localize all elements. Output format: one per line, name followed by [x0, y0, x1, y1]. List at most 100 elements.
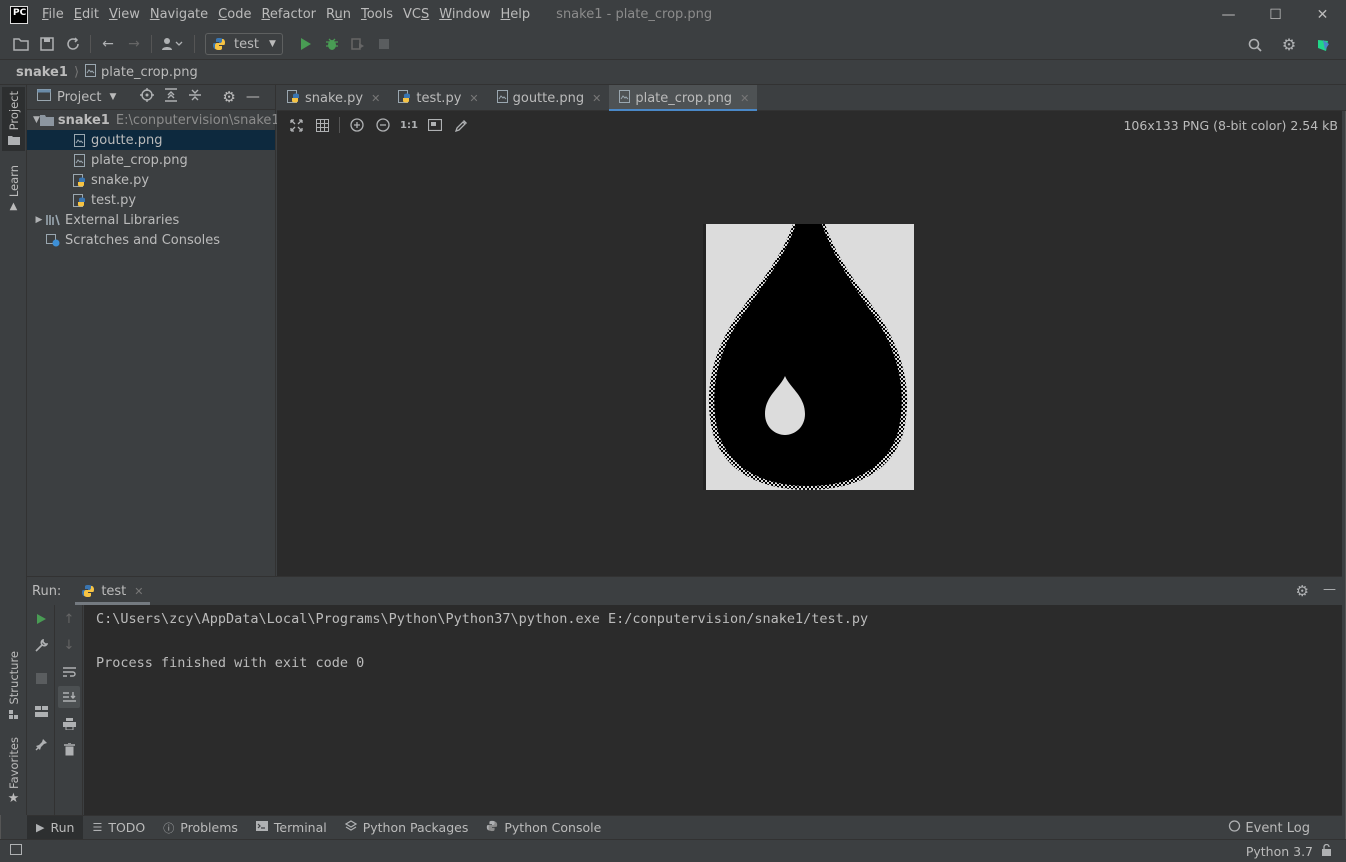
chevron-down-icon[interactable]: ▼: [33, 115, 40, 125]
actual-size-button[interactable]: 1:1: [396, 114, 422, 136]
breadcrumb-project[interactable]: snake1: [16, 65, 68, 80]
print-icon[interactable]: [55, 713, 83, 735]
menu-item-view[interactable]: View: [105, 7, 146, 22]
grid-icon[interactable]: [309, 114, 335, 136]
tab-label: snake.py: [305, 90, 364, 106]
menu-item-tools[interactable]: Tools: [357, 7, 399, 22]
menu-item-code[interactable]: Code: [214, 7, 257, 22]
tab-plate-crop-png[interactable]: plate_crop.png ✕: [609, 85, 758, 112]
forward-arrow-icon[interactable]: →: [121, 31, 147, 57]
rerun-icon[interactable]: [27, 608, 55, 630]
menu-item-file[interactable]: File: [38, 7, 70, 22]
expand-all-icon[interactable]: [164, 88, 178, 106]
menu-item-run[interactable]: Run: [322, 7, 357, 22]
tab-test-py[interactable]: test.py ✕: [388, 85, 486, 111]
menu-item-help[interactable]: Help: [497, 7, 537, 22]
todo-tool-button[interactable]: ☰ TODO: [83, 816, 154, 840]
lock-icon[interactable]: [1321, 843, 1332, 859]
close-window-button[interactable]: ✕: [1299, 0, 1346, 29]
open-folder-icon[interactable]: [8, 31, 34, 57]
library-icon: [45, 213, 61, 227]
locate-target-icon[interactable]: [140, 88, 155, 106]
debug-icon[interactable]: [319, 31, 345, 57]
menu-item-navigate[interactable]: Navigate: [146, 7, 214, 22]
status-bar: Python 3.7: [0, 839, 1346, 862]
arrow-up-icon[interactable]: ↑: [55, 608, 83, 630]
zoom-out-icon[interactable]: [370, 114, 396, 136]
python-packages-tool-button[interactable]: Python Packages: [336, 816, 478, 840]
interpreter-label[interactable]: Python 3.7: [1246, 844, 1313, 859]
fit-zoom-icon[interactable]: [283, 114, 309, 136]
python-console-tool-button[interactable]: Python Console: [477, 816, 610, 840]
breadcrumb-file[interactable]: plate_crop.png: [101, 65, 198, 80]
color-picker-icon[interactable]: [448, 114, 474, 136]
tree-row-external-libraries[interactable]: ▶ External Libraries: [27, 210, 275, 230]
tree-row-file[interactable]: snake.py: [27, 170, 275, 190]
soft-wrap-icon[interactable]: [55, 661, 83, 683]
back-arrow-icon[interactable]: ←: [95, 31, 121, 57]
stop-icon[interactable]: [371, 31, 397, 57]
trash-icon[interactable]: [55, 738, 83, 760]
tree-row-file[interactable]: goutte.png: [27, 130, 275, 150]
menu-item-edit[interactable]: Edit: [70, 7, 105, 22]
tree-row-scratches[interactable]: Scratches and Consoles: [27, 230, 275, 250]
save-all-icon[interactable]: [34, 31, 60, 57]
tree-row-file[interactable]: test.py: [27, 190, 275, 210]
close-tab-icon[interactable]: ✕: [134, 585, 143, 598]
structure-tool-tab[interactable]: Structure: [2, 651, 25, 721]
jetbrains-toolbox-icon[interactable]: [1310, 32, 1336, 58]
terminal-tool-button[interactable]: Terminal: [247, 816, 336, 840]
zoom-in-icon[interactable]: [344, 114, 370, 136]
collapse-all-icon[interactable]: [188, 88, 202, 106]
menu-item-vcs[interactable]: VCS: [399, 7, 435, 22]
close-tab-icon[interactable]: ✕: [740, 92, 749, 105]
settings-gear-icon[interactable]: ⚙: [1276, 32, 1302, 58]
fit-window-icon[interactable]: [422, 114, 448, 136]
sync-icon[interactable]: [60, 31, 86, 57]
chevron-right-icon[interactable]: ▶: [33, 215, 45, 225]
problems-tool-button[interactable]: ⓘ Problems: [154, 816, 247, 840]
window-title: snake1 - plate_crop.png: [556, 7, 713, 22]
folder-icon: [39, 113, 54, 127]
tab-snake-py[interactable]: snake.py ✕: [277, 85, 388, 111]
learn-tool-tab[interactable]: Learn ▲: [2, 161, 25, 213]
vcs-user-icon[interactable]: [156, 31, 190, 57]
hide-panel-icon[interactable]: —: [246, 89, 260, 105]
tab-goutte-png[interactable]: goutte.png ✕: [487, 85, 610, 111]
run-configuration-selector[interactable]: test ▼: [205, 33, 283, 55]
run-tab-test[interactable]: test ✕: [75, 577, 150, 605]
gear-icon[interactable]: ⚙: [1296, 582, 1309, 600]
tree-row-file[interactable]: plate_crop.png: [27, 150, 275, 170]
hide-panel-icon[interactable]: —: [1323, 582, 1336, 600]
status-right: Python 3.7: [1246, 840, 1332, 862]
menu-item-window[interactable]: Window: [435, 7, 496, 22]
gear-icon[interactable]: ⚙: [222, 88, 235, 106]
close-tab-icon[interactable]: ✕: [371, 92, 380, 105]
scroll-to-end-icon[interactable]: [58, 686, 80, 708]
run-icon[interactable]: [293, 31, 319, 57]
tree-row-root[interactable]: ▼ snake1 E:\conputervision\snake1: [27, 110, 280, 130]
project-tool-tab[interactable]: Project: [2, 87, 25, 151]
pycharm-logo-icon: PC: [10, 5, 28, 24]
minimize-button[interactable]: —: [1205, 0, 1252, 29]
stop-icon[interactable]: [27, 667, 55, 689]
menu-item-refactor[interactable]: Refactor: [257, 7, 322, 22]
project-panel-title[interactable]: Project: [57, 90, 101, 105]
layout-icon[interactable]: [27, 700, 55, 722]
title-bar: PC File Edit View Navigate Code Refactor Run To…: [0, 0, 1346, 29]
toggle-tool-windows-icon[interactable]: [10, 843, 22, 859]
run-tool-button[interactable]: ▶ Run: [27, 815, 84, 840]
maximize-button[interactable]: ☐: [1252, 0, 1299, 29]
close-tab-icon[interactable]: ✕: [592, 92, 601, 105]
search-icon[interactable]: [1242, 32, 1268, 58]
close-tab-icon[interactable]: ✕: [469, 92, 478, 105]
favorites-tool-tab[interactable]: Favorites ★: [2, 737, 25, 807]
run-with-coverage-icon[interactable]: [345, 31, 371, 57]
console-output[interactable]: C:\Users\zcy\AppData\Local\Programs\Pyth…: [84, 605, 1342, 816]
event-log-button[interactable]: Event Log: [1228, 816, 1310, 840]
pin-icon[interactable]: [27, 733, 55, 755]
arrow-down-icon[interactable]: ↓: [55, 634, 83, 656]
chevron-down-icon[interactable]: ▼: [109, 92, 116, 102]
wrench-icon[interactable]: [27, 634, 55, 656]
file-label: snake.py: [91, 172, 150, 188]
